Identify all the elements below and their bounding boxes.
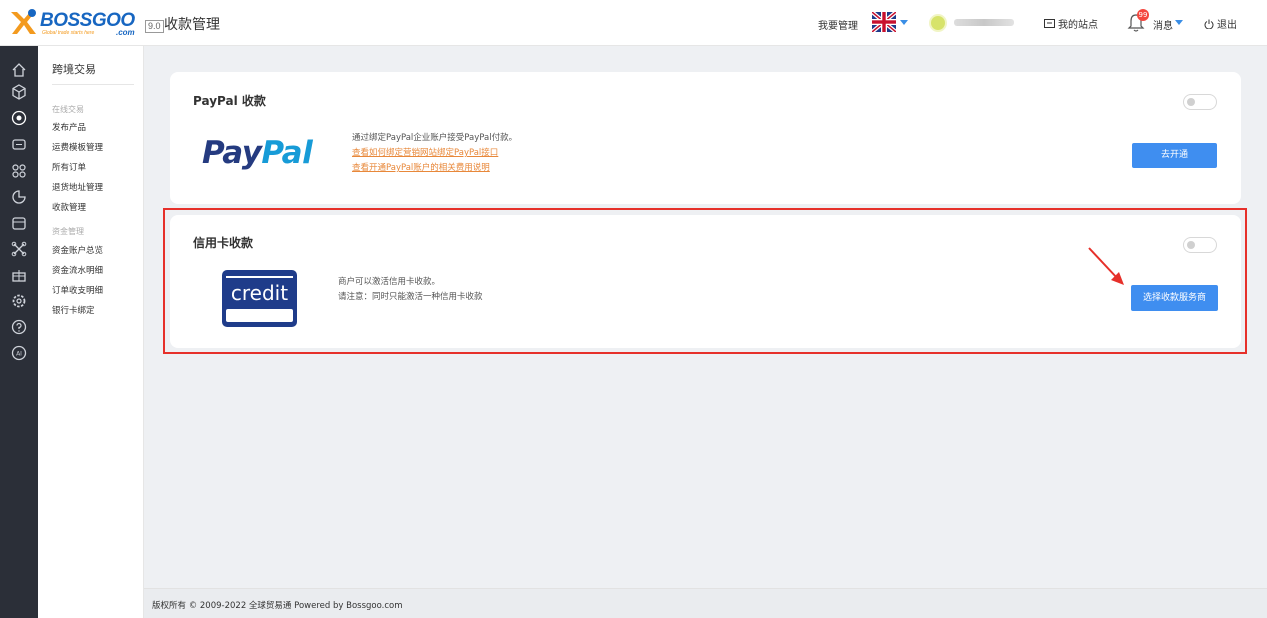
cube-icon[interactable] [11, 84, 27, 100]
paypal-bind-guide-link[interactable]: 查看如何绑定营销网站绑定PayPal接口 [352, 146, 517, 161]
monitor-icon [1044, 18, 1055, 28]
my-site-link[interactable]: 我的站点 [1044, 16, 1098, 31]
store-icon[interactable] [11, 215, 27, 231]
paypal-logo-pay: Pay [202, 135, 262, 171]
credit-card-toggle[interactable] [1183, 237, 1217, 253]
language-dropdown-icon[interactable] [900, 20, 908, 25]
messages-label[interactable]: 消息 [1153, 17, 1173, 32]
paypal-card [170, 72, 1241, 204]
credit-card-title: 信用卡收款 [193, 236, 254, 250]
brand-suffix: .com [116, 28, 135, 37]
logo-mark-icon [11, 9, 36, 34]
paypal-toggle[interactable] [1183, 94, 1217, 110]
gift-icon[interactable] [11, 267, 27, 283]
grid-icon[interactable] [11, 163, 27, 179]
select-payment-provider-button[interactable]: 选择收款服务商 [1131, 285, 1218, 311]
credit-card-desc-line1: 商户可以激活信用卡收款。 [338, 277, 441, 287]
manage-menu-label[interactable]: 我要管理 [818, 17, 858, 32]
credit-card-logo-text: credit [230, 281, 289, 305]
help-icon[interactable] [11, 319, 27, 335]
home-icon[interactable] [11, 62, 27, 78]
page-title: 收款管理 [164, 17, 220, 33]
credit-card-logo: credit [222, 270, 297, 327]
avatar[interactable] [929, 14, 947, 32]
notification-count-badge: 99 [1137, 9, 1149, 21]
sidebar-item-fund-flow[interactable]: 资金流水明细 [52, 264, 103, 276]
version-badge: 9.0 [145, 20, 164, 33]
pie-chart-icon[interactable] [11, 189, 27, 205]
sidebar-item-return-address[interactable]: 退货地址管理 [52, 181, 103, 193]
credit-card-desc-line2: 请注意：同时只能激活一种信用卡收款 [338, 292, 483, 302]
sidebar-item-shipping-template[interactable]: 运费模板管理 [52, 141, 103, 153]
sidebar-item-all-orders[interactable]: 所有订单 [52, 161, 86, 173]
paypal-description: 通过绑定PayPal企业账户接受PayPal付款。 查看如何绑定营销网站绑定Pa… [352, 131, 517, 176]
activate-paypal-button[interactable]: 去开通 [1132, 143, 1217, 168]
paypal-desc-text: 通过绑定PayPal企业账户接受PayPal付款。 [352, 133, 518, 143]
footer: 版权所有 © 2009-2022 全球贸易通 Powered by Bossgo… [144, 588, 1267, 618]
red-arrow-icon [1088, 247, 1124, 285]
sidebar-group-label: 资金管理 [52, 227, 84, 236]
secondary-sidebar: 跨境交易 在线交易 发布产品 运费模板管理 所有订单 退货地址管理 收款管理 资… [38, 46, 144, 618]
chat-icon[interactable] [11, 137, 27, 153]
paypal-card-title: PayPal 收款 [193, 94, 266, 108]
paypal-fee-link[interactable]: 查看开通PayPal账户的相关费用说明 [352, 161, 517, 176]
credit-card-description: 商户可以激活信用卡收款。 请注意：同时只能激活一种信用卡收款 [338, 275, 483, 305]
sidebar-item-bank-card[interactable]: 银行卡绑定 [52, 304, 95, 316]
account-name-blurred[interactable] [954, 19, 1014, 26]
bossgoo-logo[interactable]: BOSSGOO Global trade starts here .com 9.… [8, 8, 164, 38]
sidebar-group-label: 在线交易 [52, 105, 84, 114]
paypal-logo: PayPal [202, 135, 313, 171]
logout-label: 退出 [1217, 20, 1237, 31]
sidebar-item-publish-product[interactable]: 发布产品 [52, 121, 86, 133]
top-header: BOSSGOO Global trade starts here .com 9.… [0, 0, 1267, 46]
sidebar-item-order-income[interactable]: 订单收支明细 [52, 284, 103, 296]
sidebar-title: 跨境交易 [52, 63, 96, 76]
power-icon [1204, 19, 1214, 29]
logout-button[interactable]: 退出 [1204, 16, 1237, 31]
paypal-logo-pal: Pal [261, 135, 313, 171]
sidebar-divider [52, 84, 134, 85]
ai-icon[interactable]: AI [11, 345, 27, 361]
network-icon[interactable] [11, 241, 27, 257]
highlight-box [163, 208, 1247, 354]
icon-rail: AI [0, 46, 38, 618]
sidebar-item-fund-overview[interactable]: 资金账户总览 [52, 244, 103, 256]
uk-flag-icon[interactable] [872, 12, 896, 32]
brand-tagline: Global trade starts here [42, 30, 95, 36]
messages-dropdown-icon[interactable] [1175, 20, 1183, 25]
globe-icon[interactable] [11, 110, 27, 126]
svg-text:AI: AI [16, 351, 22, 358]
settings-icon[interactable] [11, 293, 27, 309]
sidebar-item-payment-management[interactable]: 收款管理 [52, 201, 86, 213]
my-site-label: 我的站点 [1058, 20, 1098, 31]
copyright-text: 版权所有 © 2009-2022 全球贸易通 Powered by Bossgo… [152, 601, 403, 611]
